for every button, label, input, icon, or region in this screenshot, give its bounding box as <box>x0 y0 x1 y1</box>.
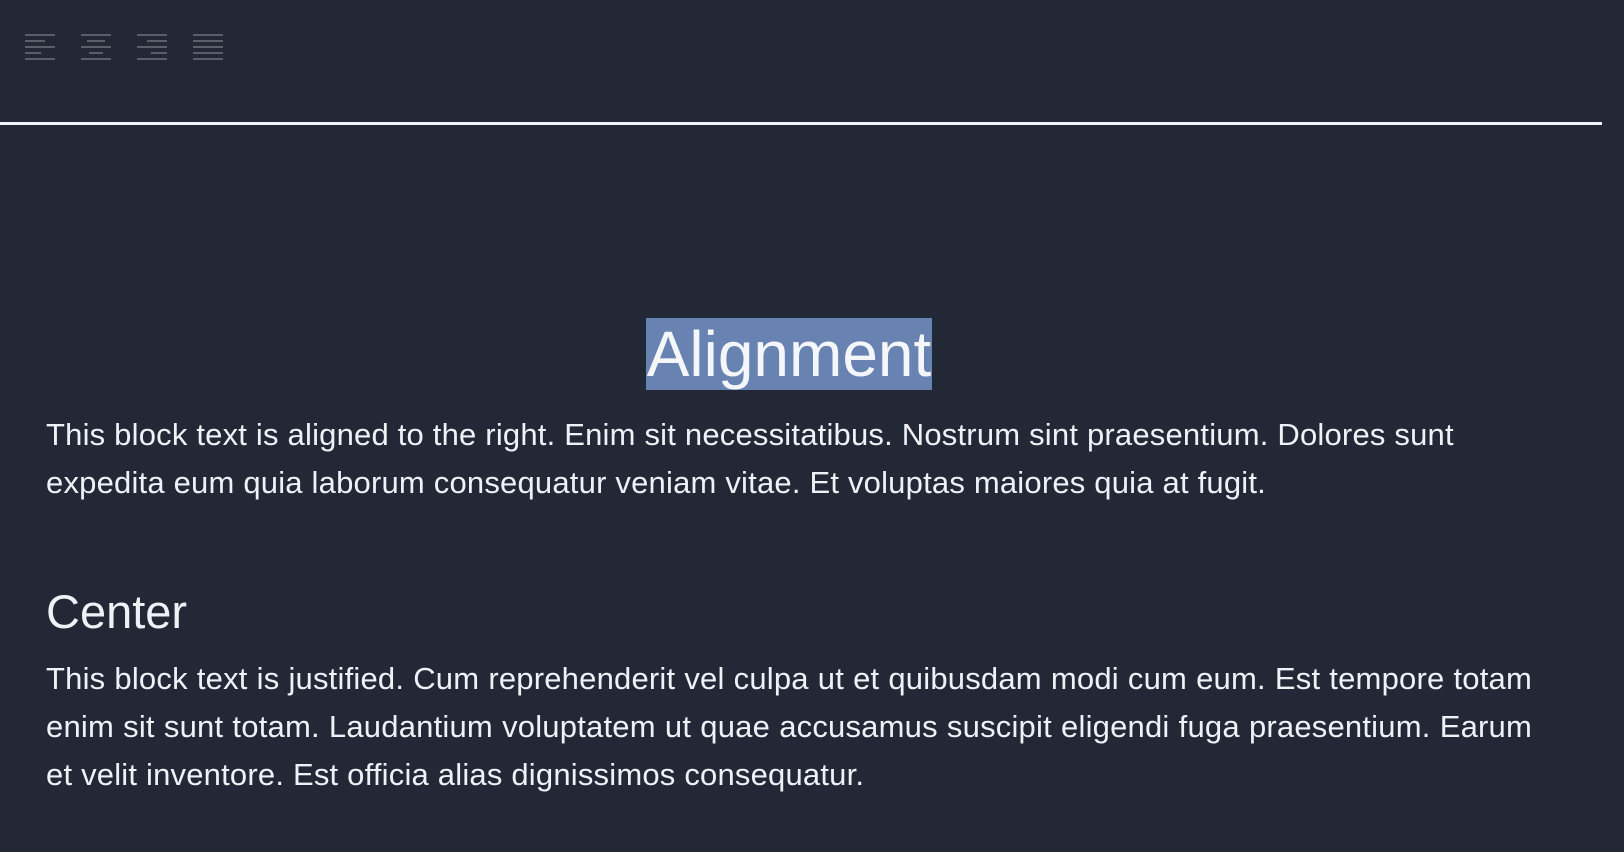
align-left-button[interactable] <box>24 32 58 66</box>
document-title[interactable]: Alignment <box>46 316 1532 392</box>
align-center-icon <box>81 34 111 60</box>
align-right-button[interactable] <box>136 32 170 66</box>
align-justify-button[interactable] <box>192 32 226 66</box>
section-heading-center[interactable]: Center <box>46 584 187 640</box>
align-justify-icon <box>193 34 223 60</box>
alignment-toolbar <box>0 0 1624 96</box>
editor-content[interactable]: Alignment This block text is aligned to … <box>46 125 1532 852</box>
align-right-icon <box>137 34 167 60</box>
paragraph-right-aligned[interactable]: This block text is aligned to the right.… <box>46 411 1532 507</box>
selected-title-text[interactable]: Alignment <box>645 318 933 390</box>
paragraph-justified[interactable]: This block text is justified. Cum repreh… <box>46 655 1532 799</box>
align-center-button[interactable] <box>80 32 114 66</box>
align-left-icon <box>25 34 55 60</box>
